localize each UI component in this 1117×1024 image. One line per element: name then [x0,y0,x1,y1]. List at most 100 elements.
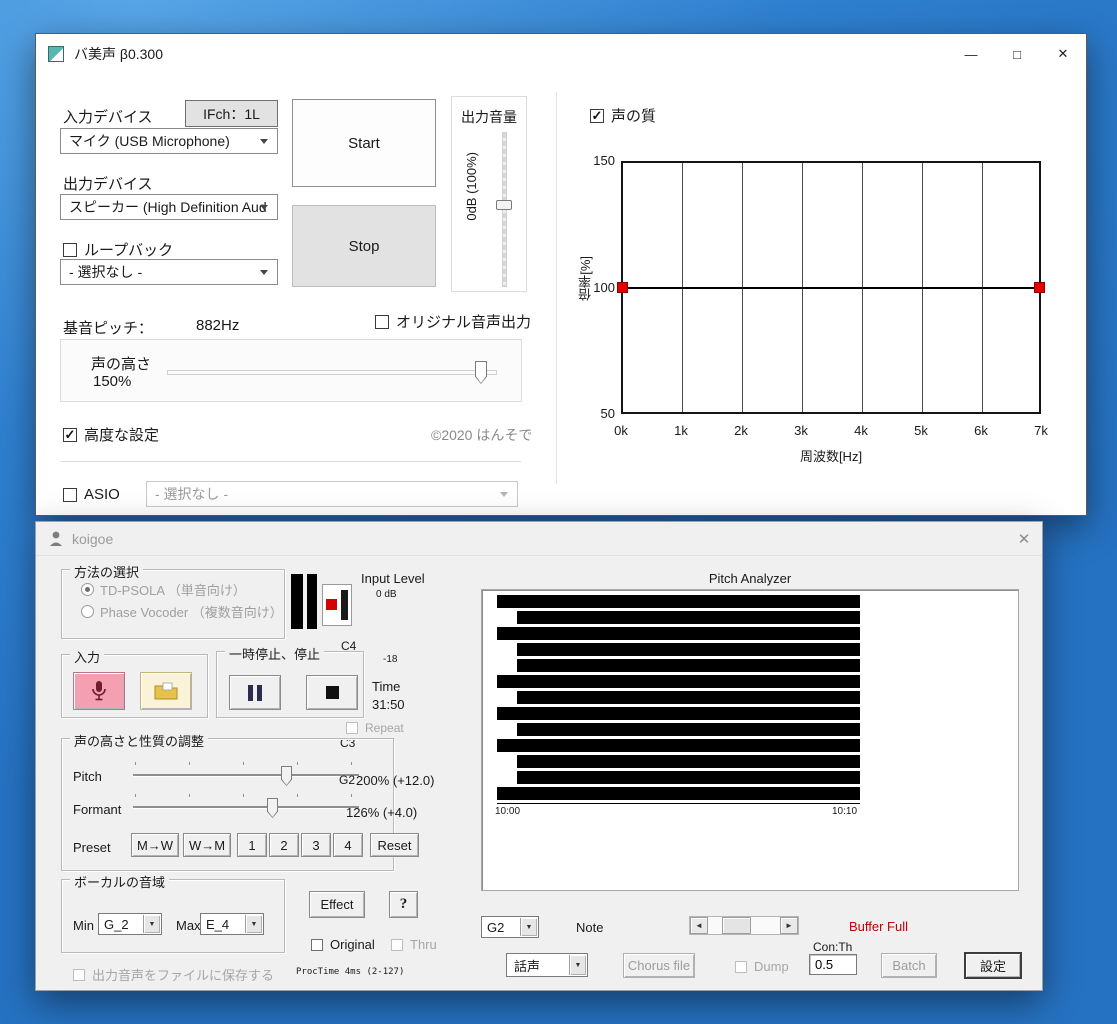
scroll-track[interactable] [708,917,780,934]
scroll-left-button[interactable]: ◄ [690,917,708,934]
checkbox-box [73,968,85,981]
pause-button[interactable] [229,675,281,710]
help-button[interactable]: ? [389,891,418,918]
eq-handle-right[interactable] [1034,281,1045,293]
dropdown-arrow-icon: ▼ [148,920,156,928]
eq-handle-left[interactable] [617,281,628,293]
min-note-select[interactable]: G_2 ▼ [98,913,162,935]
preset-label: Preset [73,840,111,855]
voice-quality-checkbox[interactable]: ✓ 声の質 [590,105,656,126]
titlebar[interactable]: バ美声 β0.300 — □ ✕ [36,34,1086,74]
preset-mw-button[interactable]: M→W [131,833,179,857]
groupbox-title: 方法の選択 [70,562,144,581]
max-note-select[interactable]: E_4 ▼ [200,913,264,935]
slider-track [167,370,497,375]
conth-input[interactable] [809,954,857,975]
radio-phase-vocoder: Phase Vocoder （複数音向け） [81,602,283,621]
ifch-button[interactable]: IFch：1L [185,100,278,127]
note-select[interactable]: G2 ▼ [481,916,539,938]
slider-thumb[interactable] [281,766,292,786]
close-button[interactable]: ✕ [1006,522,1042,556]
chevron-down-icon [260,270,268,275]
time-scrollbar[interactable]: ◄ ► [689,916,799,935]
formant-slider[interactable] [131,793,361,819]
dropdown-arrow-icon: ▼ [525,923,533,931]
loopback-checkbox[interactable]: ループバック [63,239,173,260]
voice-mode-select[interactable]: 話声 ▼ [506,953,588,977]
checkbox-box [63,487,77,502]
start-button[interactable]: Start [292,99,436,187]
note-marker-g2: G2 [339,773,356,787]
stop-playback-button[interactable] [306,675,358,710]
effect-button[interactable]: Effect [309,891,365,918]
output-volume-value: 0dB (100%) [464,152,479,221]
dropdown-button[interactable]: ▼ [569,955,586,975]
preset-reset-button[interactable]: Reset [370,833,419,857]
eq-curve[interactable] [623,286,1039,289]
pause-icon [248,684,253,701]
y-axis-title: 倍率[%] [578,256,593,301]
y-tick: 150 [593,153,615,168]
scroll-thumb[interactable] [722,917,752,934]
slider-thumb[interactable] [267,798,278,818]
formant-label: Formant [73,802,122,817]
preset-1-button[interactable]: 1 [237,833,267,857]
output-device-label: 出力デバイス [63,176,153,193]
open-file-button[interactable] [140,672,192,710]
pitch-label: Pitch [73,769,102,784]
voice-pitch-slider[interactable] [167,358,497,388]
input-level-label: Input Level [361,571,425,586]
scroll-left-icon: ◄ [695,921,703,930]
radio-dot [81,583,94,596]
x-tick: 1k [674,423,688,438]
asio-checkbox[interactable]: ASIO [63,486,120,503]
x-axis-title: 周波数[Hz] [799,449,863,464]
chevron-down-icon [260,205,268,210]
slider-thumb[interactable] [475,361,487,384]
preset-3-button[interactable]: 3 [301,833,331,857]
dropdown-button[interactable]: ▼ [245,915,262,933]
preset-wm-button[interactable]: W→M [183,833,231,857]
pitch-slider[interactable] [131,761,361,787]
dropdown-button[interactable]: ▼ [520,918,537,936]
output-volume-slider[interactable] [494,132,514,287]
slider-ticks [135,794,357,797]
titlebar[interactable]: koigoe ✕ [36,522,1042,556]
slider-thumb[interactable] [496,200,512,210]
dropdown-button[interactable]: ▼ [143,915,160,933]
record-mic-button[interactable] [73,672,125,710]
advanced-settings-checkbox[interactable]: ✓ 高度な設定 [63,424,159,445]
check-icon: ✓ [591,108,603,123]
checkbox-box: ✓ [590,108,604,123]
folder-icon [154,682,178,700]
groupbox-title: 入力 [70,647,105,666]
slider-ticks [135,762,357,765]
maximize-button[interactable]: □ [994,34,1040,74]
radio-td-psola: TD-PSOLA （単音向け） [81,580,246,599]
checkbox-box [375,314,389,329]
preset-4-button[interactable]: 4 [333,833,363,857]
note-label: Note [576,920,604,935]
batch-button: Batch [881,953,937,978]
base-pitch-value: 882Hz [196,317,240,334]
output-device-select[interactable]: スピーカー (High Definition Aud [60,194,278,220]
koigoe-window: koigoe ✕ 方法の選択 TD-PSOLA （単音向け） Phase Voc… [35,521,1043,991]
db-mark: -18 [383,654,398,665]
scroll-right-button[interactable]: ► [780,917,798,934]
x-tick: 7k [1034,423,1048,438]
stop-button[interactable]: Stop [292,205,436,287]
checkbox-box [63,242,77,257]
loopback-device-select[interactable]: - 選択なし - [60,259,278,285]
dump-checkbox: Dump [735,959,789,974]
eq-chart[interactable] [617,161,1045,414]
settings-button[interactable]: 設定 [964,952,1022,979]
app-icon [48,46,64,62]
input-device-select[interactable]: マイク (USB Microphone) [60,128,278,154]
original-output-checkbox[interactable]: オリジナル音声出力 [375,311,531,332]
preset-2-button[interactable]: 2 [269,833,299,857]
original-checkbox[interactable]: Original [311,937,375,952]
minimize-button[interactable]: — [948,34,994,74]
app-icon [50,531,62,546]
close-button[interactable]: ✕ [1040,34,1086,74]
close-icon: ✕ [1057,46,1069,61]
